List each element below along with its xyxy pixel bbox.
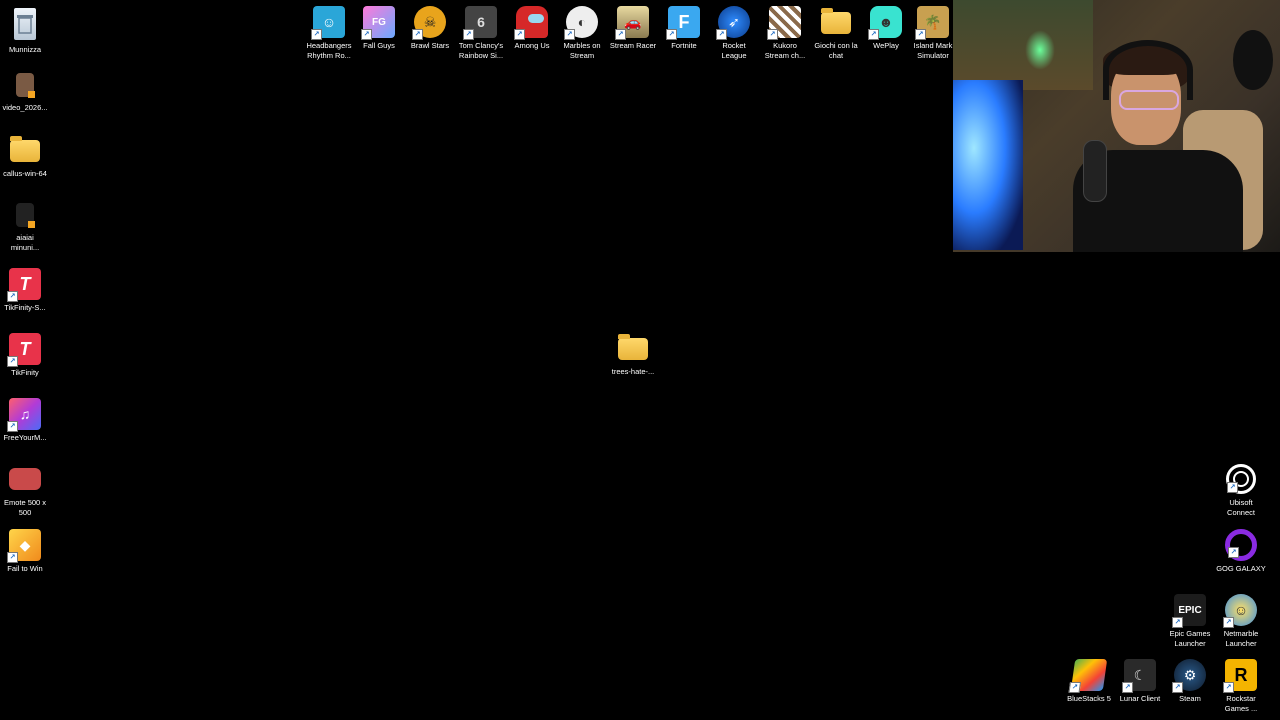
desktop-icon-aiaiai[interactable]: aiaiai minuni... [0,200,50,253]
desktop-icon-weplay[interactable]: ☻ ↗ WePlay [861,6,911,51]
desktop-icon-gog[interactable]: ↗ GOG GALAXY [1216,529,1266,574]
fortnite-icon: F ↗ [666,6,700,40]
marbles-icon: ◐ ↗ [564,6,598,40]
icon-label: Ubisoft Connect [1227,498,1255,517]
video-file-icon [16,203,35,228]
recycle-bin-icon [14,8,36,40]
icon-label: Netmarble Launcher [1223,629,1259,648]
webcam-overlay [953,0,1280,252]
ubisoft-connect-icon: ↗ [1226,464,1256,494]
icon-label: Fail to Win [7,564,43,573]
tikfinity-icon: T ↗ [7,333,41,367]
desktop-icon-rocket-league[interactable]: ➶ ↗ Rocket League [709,6,759,61]
folder-icon [618,334,648,360]
desktop-icon-fall-guys[interactable]: FG ↗ Fall Guys [354,6,404,51]
desktop-icon-epic[interactable]: EPIC ↗ Epic Games Launcher [1165,594,1215,649]
gog-galaxy-icon: ↗ [1225,529,1257,561]
icon-label: Munnizza [8,45,42,54]
desktop-icon-tikfinity-s[interactable]: T ↗ TikFinity-S... [0,268,50,313]
icon-label: Among Us [514,41,550,50]
icon-label: aiaiai minuni... [10,233,40,252]
icon-label: Rocket League [721,41,747,60]
rainbow-six-icon: 6 ↗ [463,6,497,40]
webcam-green-light [1025,30,1055,70]
desktop-icon-stream-racer[interactable]: 🚗 ↗ Stream Racer [608,6,658,51]
webcam-headset [1103,40,1193,100]
desktop-icon-giochi-chat[interactable]: Giochi con la chat [811,6,861,61]
stream-racer-icon: 🚗 ↗ [615,6,649,40]
bluestacks-icon: ↗ [1068,659,1108,693]
desktop-icon-ubisoft[interactable]: ↗ Ubisoft Connect [1216,463,1266,518]
desktop-icon-emote[interactable]: Emote 500 x 500 [0,463,50,518]
tikfinity-icon: T ↗ [7,268,41,302]
among-us-icon: ↗ [514,6,548,40]
desktop-icon-steam[interactable]: ⚙ ↗ Steam [1165,659,1215,704]
desktop-icon-bluestacks[interactable]: ↗ BlueStacks 5 [1064,659,1114,704]
desktop-icon-tikfinity[interactable]: T ↗ TikFinity [0,333,50,378]
icon-label: Emote 500 x 500 [3,498,47,517]
icon-label: TikFinity-S... [4,303,46,312]
webcam-wall-hat [1233,30,1273,90]
desktop-icon-kukoro[interactable]: ↗ Kukoro Stream ch... [760,6,810,61]
desktop[interactable]: Munnizza video_2026... callus-win-64 aia… [0,0,1280,720]
folder-icon [821,8,851,34]
icon-label: Tom Clancy's Rainbow Si... [458,41,504,60]
icon-label: Lunar Client [1119,694,1161,703]
desktop-icon-lunar[interactable]: ☾ ↗ Lunar Client [1115,659,1165,704]
icon-label: TikFinity [11,368,39,377]
icon-label: Marbles on Stream [563,41,601,60]
image-file-icon [9,468,41,490]
desktop-icon-rainbow-six[interactable]: 6 ↗ Tom Clancy's Rainbow Si... [456,6,506,61]
video-file-icon [16,73,35,98]
desktop-icon-island-market[interactable]: 🌴 ↗ Island Mark Simulator [908,6,958,61]
desktop-icon-brawl-stars[interactable]: ☠ ↗ Brawl Stars [405,6,455,51]
rocket-league-icon: ➶ ↗ [716,6,750,40]
island-market-icon: 🌴 ↗ [915,6,949,40]
desktop-icon-fail-to-win[interactable]: ◆ ↗ Fail to Win [0,529,50,574]
icon-label: callus-win-64 [3,169,47,178]
desktop-icon-trees-hate[interactable]: trees-hate-... [608,332,658,377]
headbangers-icon: ☺ ↗ [311,6,345,40]
icon-label: Rockstar Games ... [1224,694,1258,713]
brawl-stars-icon: ☠ ↗ [412,6,446,40]
folder-icon [10,136,40,162]
webcam-microphone [1083,140,1107,202]
kukoro-icon: ↗ [767,6,801,40]
icon-label: Fall Guys [363,41,395,50]
desktop-icon-munnizza[interactable]: Munnizza [0,6,50,55]
desktop-icon-rockstar[interactable]: R ↗ Rockstar Games ... [1216,659,1266,714]
desktop-icon-fortnite[interactable]: F ↗ Fortnite [659,6,709,51]
webcam-led-light [953,80,1023,250]
icon-label: Giochi con la chat [814,41,858,60]
freeyourmusic-icon: ♫ ↗ [7,398,41,432]
weplay-icon: ☻ ↗ [868,6,902,40]
webcam-background-shelf [953,0,1093,90]
icon-label: Epic Games Launcher [1169,629,1211,648]
icon-label: GOG GALAXY [1216,564,1266,573]
icon-label: Stream Racer [609,41,657,50]
desktop-icon-marbles[interactable]: ◐ ↗ Marbles on Stream [557,6,607,61]
epic-games-icon: EPIC ↗ [1172,594,1206,628]
lunar-client-icon: ☾ ↗ [1122,659,1156,693]
icon-label: Brawl Stars [410,41,450,50]
steam-icon: ⚙ ↗ [1172,659,1206,693]
icon-label: Kukoro Stream ch... [764,41,806,60]
desktop-icon-netmarble[interactable]: ☺ ↗ Netmarble Launcher [1216,594,1266,649]
icon-label: Fortnite [671,41,697,50]
desktop-icon-callus[interactable]: callus-win-64 [0,134,50,179]
fail-to-win-icon: ◆ ↗ [7,529,41,563]
icon-label: FreeYourM... [3,433,47,442]
icon-label: BlueStacks 5 [1067,694,1111,703]
icon-label: trees-hate-... [611,367,655,376]
desktop-icon-freeyourmusic[interactable]: ♫ ↗ FreeYourM... [0,398,50,443]
rockstar-icon: R ↗ [1223,659,1257,693]
desktop-icon-among-us[interactable]: ↗ Among Us [507,6,557,51]
desktop-icon-video[interactable]: video_2026... [0,70,50,113]
icon-label: Headbangers Rhythm Ro... [306,41,352,60]
icon-label: Steam [1179,694,1201,703]
fall-guys-icon: FG ↗ [361,6,395,40]
desktop-icon-headbangers[interactable]: ☺ ↗ Headbangers Rhythm Ro... [304,6,354,61]
icon-label: video_2026... [2,103,48,112]
netmarble-icon: ☺ ↗ [1223,594,1257,628]
